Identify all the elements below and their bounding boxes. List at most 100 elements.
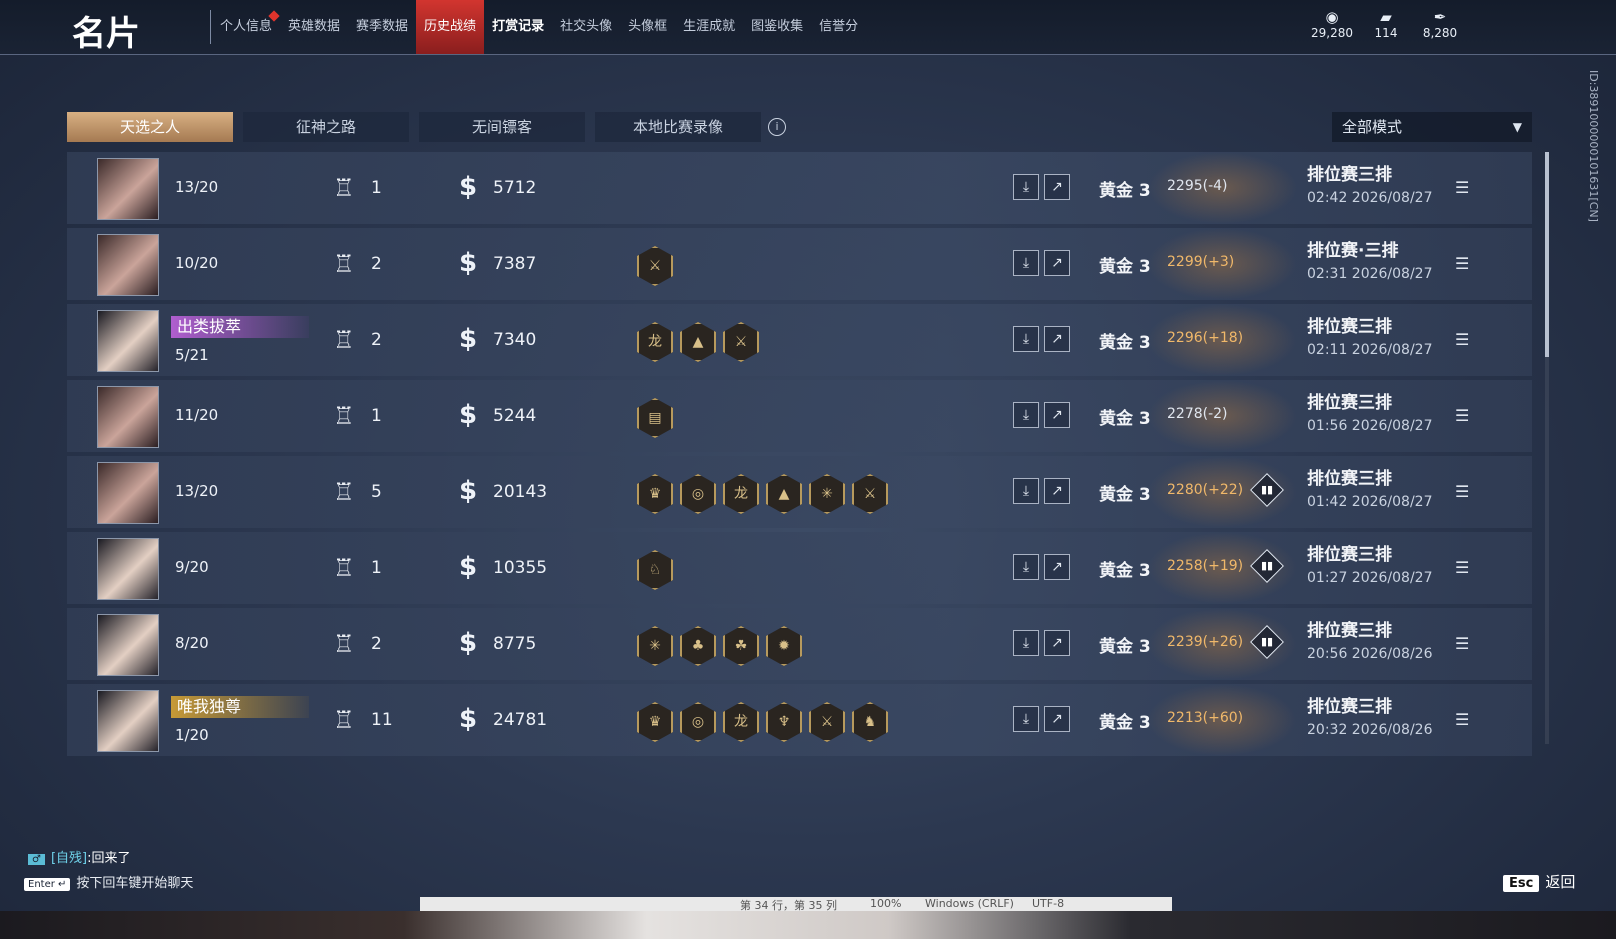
share-button[interactable]: ↗ xyxy=(1044,554,1070,580)
download-button[interactable]: ⤓ xyxy=(1013,630,1039,656)
mode-tab-3[interactable]: 本地比赛录像 xyxy=(595,112,761,142)
gold-amount: 5244 xyxy=(493,406,537,426)
mode-tab-2[interactable]: 无间镖客 xyxy=(419,112,585,142)
match-row[interactable]: 11/20 ♖ 1 $5244 ▤ ⤓ ↗ 黄金 3 2278(-2) 排位赛三排 01:56 20… xyxy=(67,380,1532,452)
download-button[interactable]: ⤓ xyxy=(1013,554,1039,580)
avatar[interactable] xyxy=(97,386,159,448)
achievement-badge-icon[interactable]: ♣ xyxy=(680,626,716,666)
avatar[interactable] xyxy=(97,234,159,296)
share-button[interactable]: ↗ xyxy=(1044,326,1070,352)
achievement-badge-icon[interactable]: ▲ xyxy=(680,322,716,362)
achievement-badge-icon[interactable]: ♞ xyxy=(852,702,888,742)
achievement-badge-icon[interactable]: ✹ xyxy=(766,626,802,666)
achievement-badge-icon[interactable]: ▲ xyxy=(766,474,802,514)
nav-tab-8[interactable]: 图鉴收集 xyxy=(743,0,811,54)
download-button[interactable]: ⤓ xyxy=(1013,402,1039,428)
avatar[interactable] xyxy=(97,538,159,600)
trophy-icon: ♖ xyxy=(333,326,355,354)
achievement-badge-icon[interactable]: ⚔ xyxy=(637,246,673,286)
nav-tab-5[interactable]: 社交头像 xyxy=(552,0,620,54)
list-menu-icon[interactable]: ☰ xyxy=(1455,254,1469,273)
nav-tab-0[interactable]: 个人信息 xyxy=(212,0,280,54)
achievement-badge-icon[interactable]: ⚔ xyxy=(852,474,888,514)
avatar[interactable] xyxy=(97,462,159,524)
ticket-icon: ▰ xyxy=(1380,8,1392,26)
nav-tab-9[interactable]: 信誉分 xyxy=(811,0,866,54)
match-row[interactable]: 10/20 ♖ 2 $7387 ⚔ ⤓ ↗ 黄金 3 2299(+3) 排位赛·三排 02:31 2… xyxy=(67,228,1532,300)
achievement-badge-icon[interactable]: ♛ xyxy=(637,702,673,742)
chevron-down-icon: ▼ xyxy=(1512,120,1522,134)
list-menu-icon[interactable]: ☰ xyxy=(1455,482,1469,501)
list-menu-icon[interactable]: ☰ xyxy=(1455,558,1469,577)
list-menu-icon[interactable]: ☰ xyxy=(1455,178,1469,197)
match-row[interactable]: 出类拔萃 5/21 ♖ 2 $7340 龙 ▲ ⚔ ⤓ ↗ 黄金 3 2296(+18) 排位赛三排 02… xyxy=(67,304,1532,376)
achievement-badge-icon[interactable]: 龙 xyxy=(637,322,673,362)
match-row[interactable]: 8/20 ♖ 2 $8775 ✳ ♣ ☘ ✹ ⤓ ↗ 黄金 3 2239(+26) ▮▮ 排位赛三排 20:… xyxy=(67,608,1532,680)
nav-tab-3[interactable]: 历史战绩 xyxy=(416,0,485,54)
share-button[interactable]: ↗ xyxy=(1044,478,1070,504)
achievement-badge-icon[interactable]: ◎ xyxy=(680,474,716,514)
download-button[interactable]: ⤓ xyxy=(1013,250,1039,276)
trophy-icon: ♖ xyxy=(333,630,355,658)
gold-coin-icon: $ xyxy=(459,704,478,734)
share-button[interactable]: ↗ xyxy=(1044,706,1070,732)
achievement-badge-icon[interactable]: ⚔ xyxy=(723,322,759,362)
share-button[interactable]: ↗ xyxy=(1044,402,1070,428)
mode-tab-0[interactable]: 天选之人 xyxy=(67,112,233,142)
achievement-badge-icon[interactable]: ♛ xyxy=(637,474,673,514)
nav-tab-6[interactable]: 头像框 xyxy=(620,0,675,54)
achievement-badge-icon[interactable]: ▤ xyxy=(637,398,673,438)
achievement-badge-icon[interactable]: 龙 xyxy=(723,474,759,514)
nav-tab-7[interactable]: 生涯成就 xyxy=(675,0,743,54)
mode-select-value: 全部模式 xyxy=(1342,118,1403,136)
mode-select[interactable]: 全部模式 ▼ xyxy=(1332,112,1532,142)
match-time: 02:31 2026/08/27 xyxy=(1307,266,1433,282)
download-button[interactable]: ⤓ xyxy=(1013,706,1039,732)
back-button[interactable]: Esc 返回 xyxy=(1503,871,1575,892)
download-button[interactable]: ⤓ xyxy=(1013,326,1039,352)
match-row[interactable]: 9/20 ♖ 1 $10355 ♘ ⤓ ↗ 黄金 3 2258(+19) ▮▮ 排位赛三排 01:27… xyxy=(67,532,1532,604)
kills-count: 11 xyxy=(371,710,393,730)
achievement-badge-icon[interactable]: ♆ xyxy=(766,702,802,742)
share-button[interactable]: ↗ xyxy=(1044,174,1070,200)
match-row[interactable]: 13/20 ♖ 5 $20143 ♛ ◎ 龙 ▲ ✳ ⚔ ⤓ ↗ 黄金 3 2280(+22) ▮▮ 排位赛三… xyxy=(67,456,1532,528)
nav-tab-1[interactable]: 英雄数据 xyxy=(280,0,348,54)
achievement-badge-icon[interactable]: ✳ xyxy=(637,626,673,666)
achievement-badge-icon[interactable]: ◎ xyxy=(680,702,716,742)
achievement-badge-icon[interactable]: 龙 xyxy=(723,702,759,742)
info-icon[interactable]: i xyxy=(768,118,786,136)
scrollbar-thumb[interactable] xyxy=(1545,152,1549,357)
nav-tab-4[interactable]: 打赏记录 xyxy=(484,0,552,54)
avatar[interactable] xyxy=(97,614,159,676)
top-bar: 名片 个人信息 英雄数据 赛季数据 历史战绩 打赏记录 社交头像 头像框 生涯成就 图鉴收集 信誉… xyxy=(0,0,1616,55)
chat-sender[interactable]: [自残] xyxy=(51,851,87,866)
nav-tab-2[interactable]: 赛季数据 xyxy=(348,0,416,54)
list-menu-icon[interactable]: ☰ xyxy=(1455,634,1469,653)
list-menu-icon[interactable]: ☰ xyxy=(1455,330,1469,349)
share-button[interactable]: ↗ xyxy=(1044,630,1070,656)
match-row[interactable]: 唯我独尊 1/20 ♖ 11 $24781 ♛ ◎ 龙 ♆ ⚔ ♞ ⤓ ↗ 黄金 3 2213(+60) 排位… xyxy=(67,684,1532,756)
mode-tab-1[interactable]: 征神之路 xyxy=(243,112,409,142)
match-row[interactable]: 13/20 ♖ 1 $5712 ⤓ ↗ 黄金 3 2295(-4) 排位赛三排 02:42 202… xyxy=(67,152,1532,224)
achievement-badges: ⚔ xyxy=(637,246,673,286)
achievement-badge-icon[interactable]: ☘ xyxy=(723,626,759,666)
list-menu-icon[interactable]: ☰ xyxy=(1455,710,1469,729)
achievement-badge-icon[interactable]: ✳ xyxy=(809,474,845,514)
avatar[interactable] xyxy=(97,158,159,220)
avatar[interactable] xyxy=(97,310,159,372)
avatar[interactable] xyxy=(97,690,159,752)
list-menu-icon[interactable]: ☰ xyxy=(1455,406,1469,425)
player-id: ID:3891000000101631[CN] xyxy=(1587,70,1600,222)
share-button[interactable]: ↗ xyxy=(1044,250,1070,276)
achievement-badge-icon[interactable]: ⚔ xyxy=(809,702,845,742)
kills-count: 5 xyxy=(371,482,382,502)
honor-tag: 出类拔萃 xyxy=(171,316,309,338)
achievement-badges: ♛ ◎ 龙 ▲ ✳ ⚔ xyxy=(637,474,888,514)
download-button[interactable]: ⤓ xyxy=(1013,478,1039,504)
download-button[interactable]: ⤓ xyxy=(1013,174,1039,200)
mode-tabs: 天选之人 征神之路 无间镖客 本地比赛录像 xyxy=(67,112,771,142)
match-time: 02:11 2026/08/27 xyxy=(1307,342,1433,358)
match-time: 01:27 2026/08/27 xyxy=(1307,570,1433,586)
achievement-badge-icon[interactable]: ♘ xyxy=(637,550,673,590)
tier-label: 黄金 3 xyxy=(1099,181,1151,201)
